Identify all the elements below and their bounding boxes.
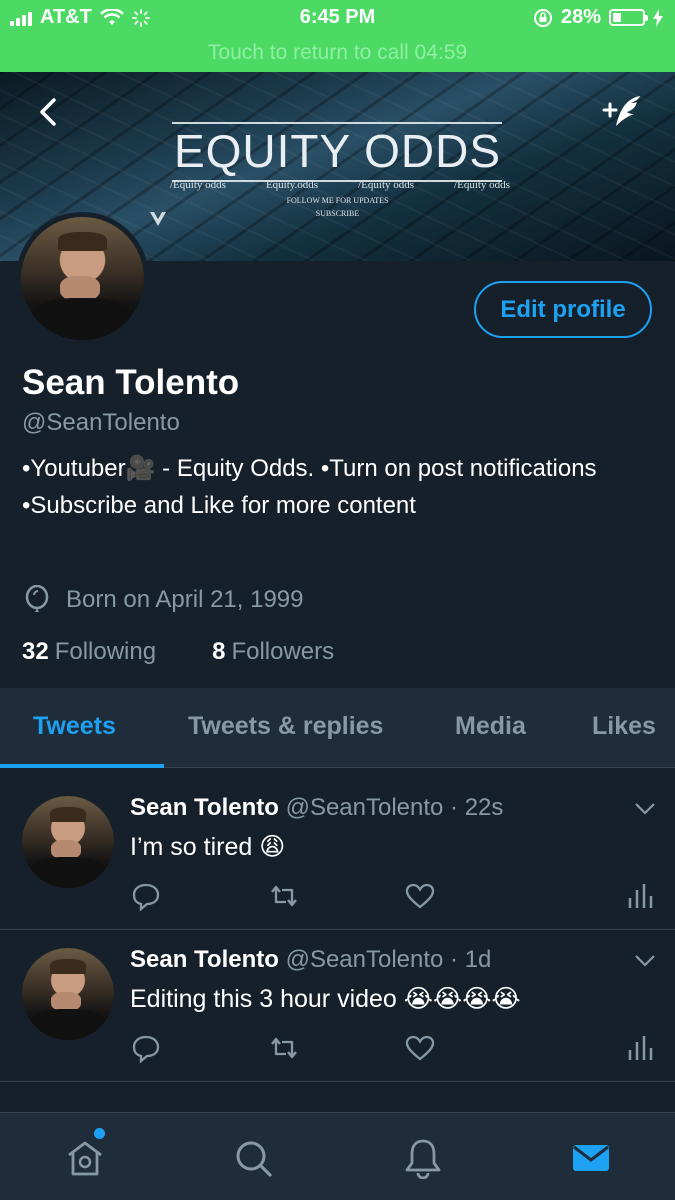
banner-handle-snapchat: /Equity odds [358, 179, 415, 191]
heart-icon[interactable] [404, 1032, 436, 1064]
tweet-item[interactable]: Sean Tolento @SeanTolento · 1d Editing t… [0, 932, 675, 1082]
tweet-avatar[interactable] [22, 948, 114, 1040]
chevron-down-icon[interactable] [634, 954, 656, 968]
followers-count: 8 [212, 638, 226, 665]
status-right: 28% [533, 6, 663, 29]
home-icon[interactable] [64, 1137, 106, 1179]
active-tab-indicator [0, 764, 164, 768]
profile-name: Sean Tolento [22, 363, 240, 402]
profile-handle: @SeanTolento [22, 409, 180, 436]
retweet-icon[interactable] [268, 880, 300, 912]
status-bar: AT&T 6:45 PM 28% [0, 0, 675, 36]
retweet-icon[interactable] [268, 1032, 300, 1064]
following-label: Following [54, 638, 157, 665]
profile-bio: •Youtuber🎥 - Equity Odds. •Turn on post … [22, 455, 597, 519]
heart-icon[interactable] [404, 880, 436, 912]
tweet-meta: @SeanTolento · 1d [285, 946, 492, 973]
banner-follow-line: FOLLOW ME FOR UPDATES [286, 196, 389, 205]
tab-tweets-replies[interactable]: Tweets & replies [188, 712, 383, 741]
reply-icon[interactable] [130, 880, 162, 912]
tweet-text: Editing this 3 hour video 😭😭😭😭 [130, 985, 521, 1013]
chevron-down-icon[interactable] [634, 802, 656, 816]
tweet-header: Sean Tolento @SeanTolento · 22s [130, 794, 503, 822]
mail-icon[interactable] [570, 1137, 612, 1179]
followers-label: Followers [231, 638, 335, 665]
tweet-item[interactable]: Sean Tolento @SeanTolento · 22s I’m so t… [0, 780, 675, 930]
rotation-lock-icon [533, 8, 552, 27]
following-count: 32 [22, 638, 49, 665]
tab-tweets[interactable]: Tweets [33, 712, 116, 741]
banner-handle-twitter: /Equity odds [454, 179, 510, 191]
tweet-actions [130, 880, 653, 912]
reply-icon[interactable] [130, 1032, 162, 1064]
profile-avatar[interactable] [16, 212, 149, 345]
edit-profile-button[interactable]: Edit profile [474, 281, 652, 338]
banner-title: EQUITY ODDS [173, 125, 502, 177]
following-link[interactable]: 32 Following [22, 638, 156, 666]
charging-bolt-icon [653, 8, 663, 27]
birthday-text: Born on April 21, 1999 [66, 586, 304, 613]
tweet-actions [130, 1032, 653, 1064]
tab-media[interactable]: Media [455, 712, 526, 741]
avatar-photo [21, 217, 144, 340]
analytics-icon[interactable] [622, 880, 654, 912]
analytics-icon[interactable] [622, 1032, 654, 1064]
tweet-header: Sean Tolento @SeanTolento · 1d [130, 946, 491, 974]
home-notification-dot [94, 1128, 105, 1139]
battery-icon [609, 9, 648, 26]
banner-handle-youtube: /Equity odds [170, 179, 226, 191]
banner-logo-icon [150, 212, 166, 226]
tweet-author-name[interactable]: Sean Tolento [130, 946, 279, 973]
tab-likes[interactable]: Likes [592, 712, 656, 741]
compose-feather-icon[interactable] [600, 92, 646, 132]
profile-tabs: Tweets Tweets & replies Media Likes [0, 688, 675, 768]
battery-percent: 28% [560, 6, 601, 28]
banner-handle-instagram: Equity.odds [265, 179, 319, 191]
balloon-icon [25, 585, 49, 612]
tweet-text: I’m so tired 😩 [130, 833, 286, 861]
bell-icon[interactable] [402, 1137, 444, 1179]
search-icon[interactable] [232, 1137, 274, 1179]
return-to-call-bar[interactable]: Touch to return to call 04:59 [0, 36, 675, 72]
tweet-avatar[interactable] [22, 796, 114, 888]
back-chevron-icon[interactable] [34, 94, 66, 130]
follow-stats: 32 Following 8 Followers [22, 638, 334, 666]
tweet-meta: @SeanTolento · 22s [285, 794, 504, 821]
banner-handles: /Equity odds Equity.odds /Equity odds /E… [170, 179, 510, 191]
followers-link[interactable]: 8 Followers [212, 638, 334, 666]
tweet-author-name[interactable]: Sean Tolento [130, 794, 279, 821]
birthday-row: Born on April 21, 1999 [22, 585, 304, 615]
bottom-nav [0, 1112, 675, 1200]
